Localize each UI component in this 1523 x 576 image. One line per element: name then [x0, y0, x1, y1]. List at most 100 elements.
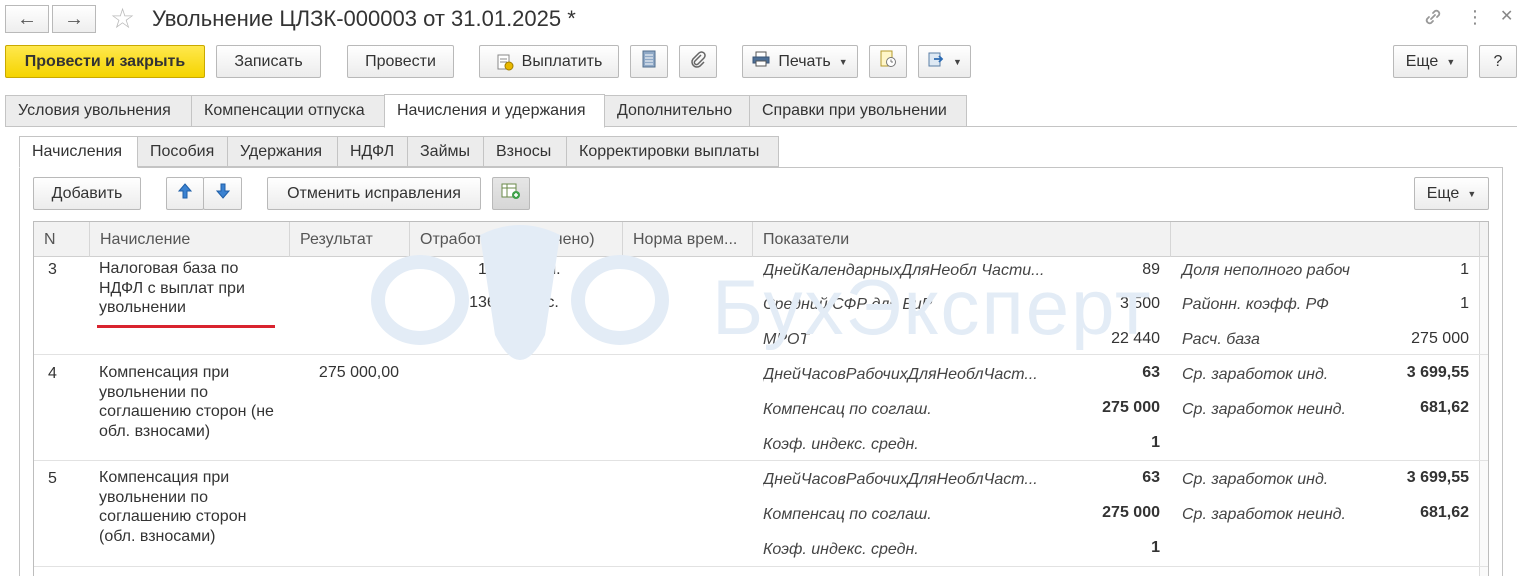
grid-more-button[interactable]: Еще ▼: [1414, 177, 1489, 210]
indicator-value: 3 699,55: [1406, 364, 1469, 381]
paperclip-icon: [689, 50, 707, 73]
tab-accruals-deductions[interactable]: Начисления и удержания: [384, 94, 605, 128]
move-up-button[interactable]: [166, 177, 204, 210]
row-number: 5: [48, 470, 57, 487]
table-add-icon: [501, 182, 521, 205]
chevron-down-icon: ▼: [953, 56, 962, 67]
subtab-loans[interactable]: Займы: [407, 136, 484, 167]
worked-value: 136,00: [469, 294, 518, 311]
chevron-down-icon: ▼: [838, 56, 848, 67]
indicator-value: 22 440: [1111, 330, 1160, 347]
indicator-value: 275 000: [1411, 330, 1469, 347]
arrow-right-icon: →: [64, 7, 84, 30]
indicator-name: Коэф. индекс. средн.: [763, 436, 919, 453]
col-header-indicators-2: [1171, 222, 1480, 257]
accruals-table: N Начисление Результат Отработано (оплач…: [33, 221, 1489, 576]
indicator-name: ДнейКалендарныхДляНеобл Части...: [763, 262, 1045, 279]
more-label: Еще: [1405, 52, 1439, 70]
indicator-name: Компенсац по соглаш.: [763, 506, 932, 523]
add-button[interactable]: Добавить: [33, 177, 141, 210]
indicator-value: 1: [1460, 261, 1469, 278]
print-label: Печать: [778, 52, 831, 70]
accrual-name: Компенсация при увольнении по соглашению…: [99, 469, 247, 545]
indicator-value: 1: [1151, 434, 1160, 451]
indicator-name: МРОТ: [763, 331, 810, 348]
subtab-ndfl[interactable]: НДФЛ: [337, 136, 408, 167]
subtab-benefits[interactable]: Пособия: [137, 136, 228, 167]
forward-button[interactable]: →: [52, 5, 96, 33]
worked-unit: дн.: [538, 261, 561, 278]
row-number: 4: [48, 365, 57, 382]
indicator-value: 89: [1142, 261, 1160, 278]
document-title: Увольнение ЦЛЗК-000003 от 31.01.2025 *: [152, 6, 576, 31]
close-icon[interactable]: ✕: [1500, 6, 1513, 26]
arrow-up-icon: [177, 182, 193, 205]
indicator-name: ДнейЧасовРабочихДляНеоблЧаст...: [763, 471, 1038, 488]
subtab-deductions[interactable]: Удержания: [227, 136, 338, 167]
printer-icon: [752, 51, 770, 72]
tab-vacation-compensation[interactable]: Компенсации отпуска: [191, 95, 385, 127]
col-header-accrual[interactable]: Начисление: [90, 222, 290, 257]
indicator-name: Ср. заработок инд.: [1182, 471, 1329, 488]
journal-button[interactable]: [630, 45, 668, 78]
indicator-name: Ср. заработок инд.: [1182, 366, 1329, 383]
link-icon[interactable]: [1422, 6, 1444, 33]
indicator-name: Ср. заработок неинд.: [1182, 506, 1346, 523]
post-and-close-button[interactable]: Провести и закрыть: [5, 45, 205, 78]
col-header-norm[interactable]: Норма врем...: [623, 222, 753, 257]
grid-more-label: Еще: [1426, 184, 1460, 202]
indicator-name: Компенсац по соглаш.: [763, 401, 932, 418]
move-down-button[interactable]: [203, 177, 242, 210]
favorite-star-icon[interactable]: ☆: [110, 2, 135, 35]
indicator-name: Ср. заработок неинд.: [1182, 401, 1346, 418]
indicator-value: 1: [1151, 539, 1160, 556]
arrow-down-icon: [215, 182, 230, 205]
tab-dismissal-certificates[interactable]: Справки при увольнении: [749, 95, 967, 127]
pay-button[interactable]: Выплатить: [479, 45, 619, 78]
subtab-contributions[interactable]: Взносы: [483, 136, 567, 167]
indicator-value: 275 000: [1102, 399, 1160, 416]
col-header-result[interactable]: Результат: [290, 222, 410, 257]
pay-icon: [496, 53, 514, 71]
result-value: 275 000,00: [318, 364, 399, 381]
indicator-name: Коэф. индекс. средн.: [763, 541, 919, 558]
indicator-value: 63: [1142, 364, 1160, 381]
pay-label: Выплатить: [521, 52, 603, 70]
report-button[interactable]: [869, 45, 907, 78]
print-button[interactable]: Печать ▼: [742, 45, 858, 78]
indicator-name: ДнейЧасовРабочихДляНеоблЧаст...: [763, 366, 1038, 383]
chevron-down-icon: ▼: [1467, 188, 1477, 199]
col-header-worked[interactable]: Отработано (оплачено): [410, 222, 623, 257]
tab-dismissal-conditions[interactable]: Условия увольнения: [5, 95, 192, 127]
col-header-n[interactable]: N: [34, 222, 90, 257]
arrow-left-icon: ←: [17, 7, 37, 30]
register-icon: [642, 50, 656, 73]
table-row[interactable]: 4 Компенсация при увольнении по соглашен…: [34, 356, 1488, 461]
accrual-name: Налоговая база по НДФЛ с выплат при увол…: [99, 260, 245, 316]
table-header: N Начисление Результат Отработано (оплач…: [34, 222, 1488, 257]
back-button[interactable]: ←: [5, 5, 49, 33]
cancel-corrections-button[interactable]: Отменить исправления: [267, 177, 481, 210]
table-row[interactable]: 3 Налоговая база по НДФЛ с выплат при ув…: [34, 257, 1488, 355]
worked-value: 17,00: [477, 261, 518, 278]
indicator-value: 3 699,55: [1406, 469, 1469, 486]
indicator-value: 1: [1460, 295, 1469, 312]
help-button[interactable]: ?: [1479, 45, 1517, 78]
table-settings-button[interactable]: [492, 177, 530, 210]
tab-additional[interactable]: Дополнительно: [604, 95, 750, 127]
indicator-name: Средний СФР для БиР: [763, 296, 933, 313]
create-based-on-button[interactable]: ▼: [918, 45, 971, 78]
row-number: 3: [48, 261, 57, 278]
save-button[interactable]: Записать: [216, 45, 321, 78]
attach-button[interactable]: [679, 45, 717, 78]
post-button[interactable]: Провести: [347, 45, 454, 78]
more-vertical-icon[interactable]: ⋮: [1466, 7, 1484, 28]
col-header-indicators[interactable]: Показатели: [753, 222, 1171, 257]
table-row[interactable]: 5 Компенсация при увольнении по соглашен…: [34, 462, 1488, 567]
indicator-name: Доля неполного рабоч: [1182, 262, 1350, 279]
worked-unit: чс.: [538, 294, 559, 311]
indicator-name: Районн. коэфф. РФ: [1182, 296, 1329, 313]
subtab-accruals[interactable]: Начисления: [19, 136, 138, 168]
more-button[interactable]: Еще ▼: [1393, 45, 1468, 78]
subtab-payment-corrections[interactable]: Корректировки выплаты: [566, 136, 779, 167]
